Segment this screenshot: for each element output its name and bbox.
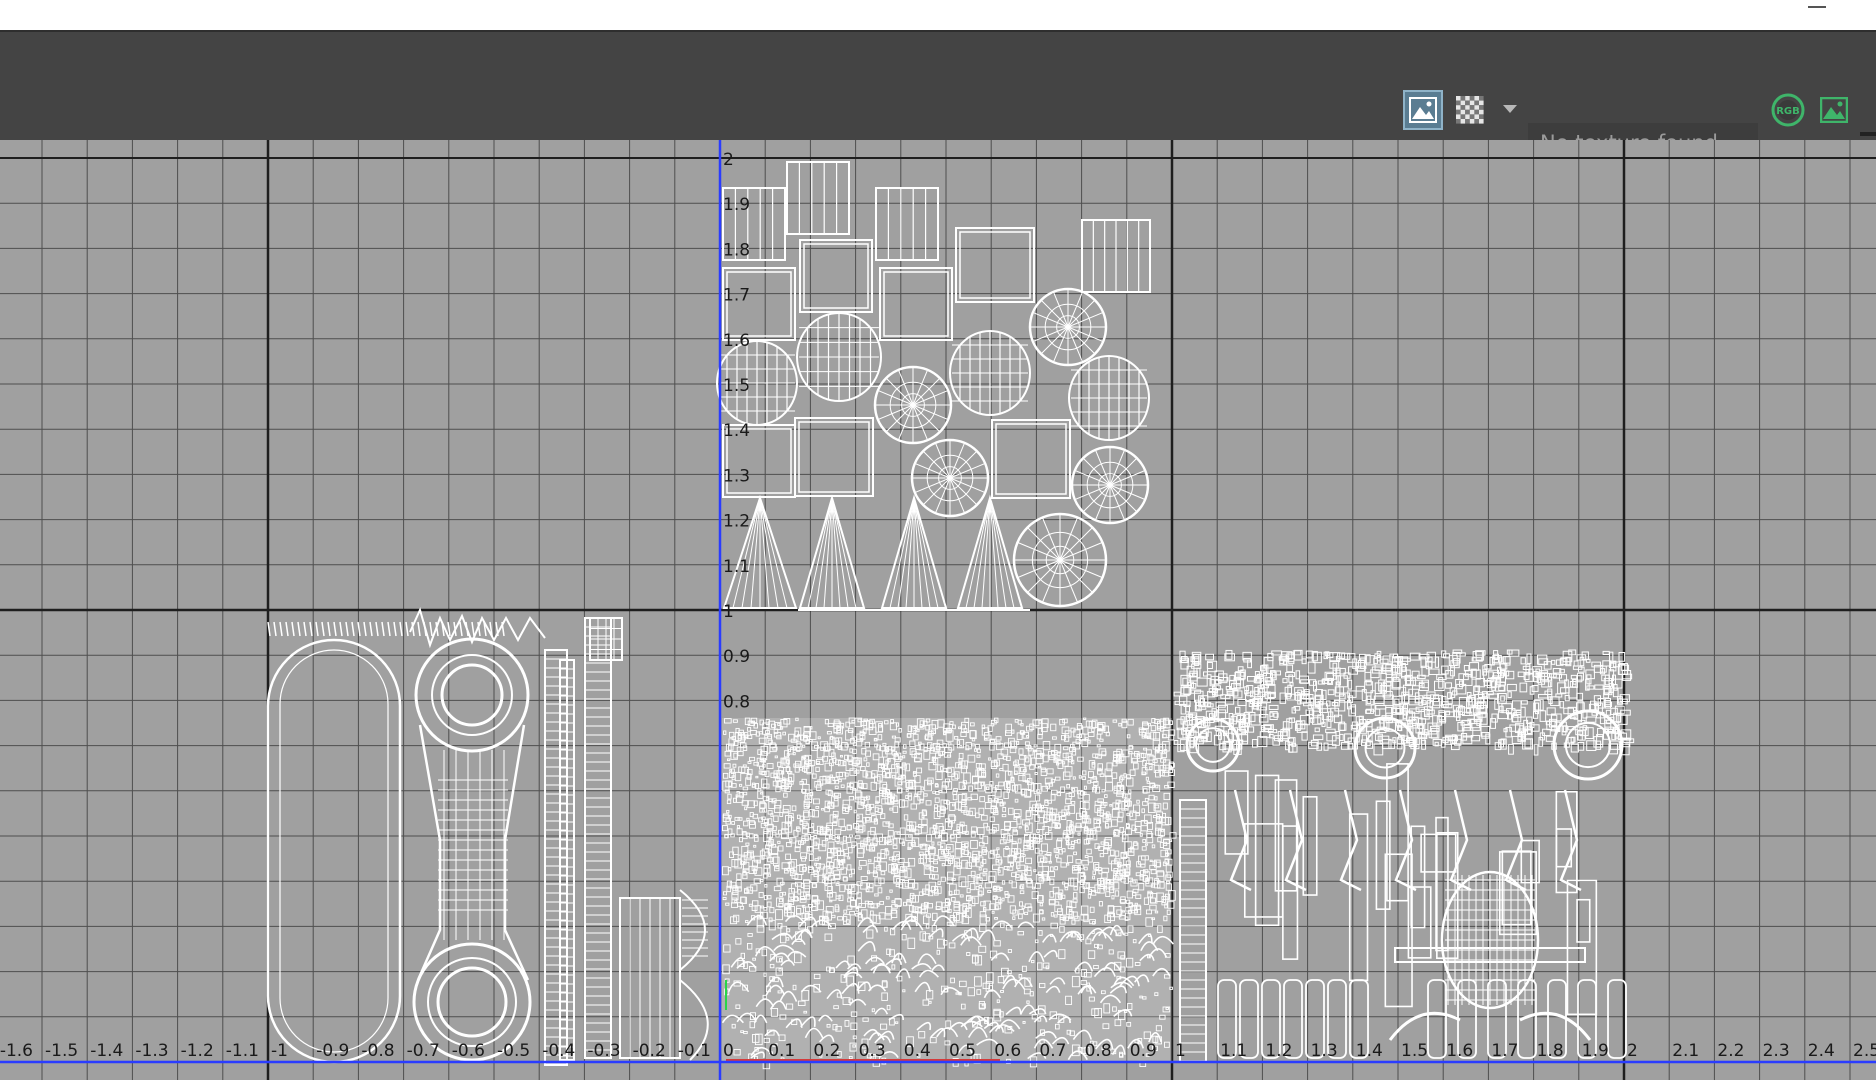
uv-shell-disc xyxy=(1012,512,1108,608)
u-axis-label: 0.1 xyxy=(768,1041,795,1061)
u-axis-label: 0.3 xyxy=(859,1041,886,1061)
u-axis-label: -1.6 xyxy=(0,1041,33,1061)
u-axis-label: 0.4 xyxy=(904,1041,931,1061)
u-axis-label: 0.5 xyxy=(949,1041,976,1061)
rgb-channel-toggle[interactable]: RGB xyxy=(1768,90,1808,130)
uv-grid-canvas[interactable]: -1.6 -1.5 -1.4 -1.3 -1.2 -1.1 -1 -0.9 -0.8 -0.7 -0… xyxy=(0,140,1876,1080)
u-axis-label: 1.3 xyxy=(1311,1041,1338,1061)
uv-shell-box xyxy=(879,267,953,341)
u-axis-label: -0.7 xyxy=(407,1041,440,1061)
u-axis-label: -1.1 xyxy=(226,1041,259,1061)
u-axis-label: 1.9 xyxy=(1582,1041,1609,1061)
image-icon xyxy=(1820,97,1848,123)
v-axis-label: 2 xyxy=(723,150,734,170)
image-icon xyxy=(1409,97,1437,123)
chevron-down-icon[interactable] xyxy=(1503,105,1517,113)
uv-shell-box xyxy=(955,227,1035,303)
uv-shell-cone xyxy=(956,494,1024,609)
checker-icon xyxy=(1456,96,1484,124)
image-display-toggle[interactable] xyxy=(1403,90,1443,130)
v-axis-label: 1.4 xyxy=(723,421,750,441)
u-axis-label: -0.2 xyxy=(633,1041,666,1061)
u-axis-label: 2.5 xyxy=(1853,1041,1876,1061)
uv-shell-group-right xyxy=(1173,649,1635,1063)
u-axis-label: 0.2 xyxy=(813,1041,840,1061)
u-axis-label: -1.4 xyxy=(90,1041,123,1061)
v-axis-label: 1 xyxy=(723,602,734,622)
uv-editor-toolbar: No texture found RGB xyxy=(0,30,1876,163)
uv-shell-box xyxy=(875,187,939,261)
v-axis-label: 1.8 xyxy=(723,240,750,260)
u-axis-label: -0.1 xyxy=(678,1041,711,1061)
u-axis-label: 1.6 xyxy=(1446,1041,1473,1061)
u-axis-label: 1.4 xyxy=(1356,1041,1383,1061)
v-axis-label: 1.9 xyxy=(723,195,750,215)
u-axis-label: 1.2 xyxy=(1265,1041,1292,1061)
u-axis-label: 1.7 xyxy=(1491,1041,1518,1061)
u-axis-label: -0.5 xyxy=(497,1041,530,1061)
u-axis-label: 1.8 xyxy=(1537,1041,1564,1061)
u-axis-label: 0.7 xyxy=(1039,1041,1066,1061)
uv-shell-disc xyxy=(873,365,953,445)
checker-toggle[interactable] xyxy=(1450,90,1490,130)
u-axis-label: -0.6 xyxy=(452,1041,485,1061)
u-axis-label: -1.2 xyxy=(181,1041,214,1061)
u-axis-label: -1 xyxy=(271,1041,288,1061)
v-axis-label: 1.3 xyxy=(723,466,750,486)
u-axis-label: 2.4 xyxy=(1808,1041,1835,1061)
v-axis-label: 1.7 xyxy=(723,286,750,306)
v-axis-label: 1.6 xyxy=(723,331,750,351)
u-axis-label: 1.5 xyxy=(1401,1041,1428,1061)
u-axis-label: 0.9 xyxy=(1130,1041,1157,1061)
uv-shell-cylinder xyxy=(949,330,1031,416)
v-axis-label: 0.8 xyxy=(723,692,750,712)
u-axis-label: -0.4 xyxy=(542,1041,575,1061)
uv-shell-cone xyxy=(798,494,866,609)
uv-shell-disc xyxy=(910,438,990,518)
u-axis-label: -0.3 xyxy=(587,1041,620,1061)
u-axis-label: 2 xyxy=(1627,1041,1638,1061)
u-axis-label: 0.6 xyxy=(994,1041,1021,1061)
rgb-label: RGB xyxy=(1776,106,1800,117)
u-axis-label: -0.8 xyxy=(361,1041,394,1061)
uv-shell-group-left xyxy=(266,607,709,1066)
uv-shell-disc xyxy=(1028,287,1108,367)
uv-shells[interactable] xyxy=(266,161,1635,1070)
u-axis-label: 2.1 xyxy=(1672,1041,1699,1061)
minimize-icon[interactable] xyxy=(1808,6,1826,8)
uv-shell-cylinder xyxy=(1068,355,1150,441)
u-axis-label: 1.1 xyxy=(1220,1041,1247,1061)
u-axis-label: -1.5 xyxy=(45,1041,78,1061)
rgb-icon: RGB xyxy=(1771,93,1805,127)
u-axis-label: 2.2 xyxy=(1717,1041,1744,1061)
v-axis-label: 0.9 xyxy=(723,647,750,667)
u-axis-label: 2.3 xyxy=(1763,1041,1790,1061)
window-title-strip xyxy=(0,0,1876,30)
uv-shell-box xyxy=(1081,219,1151,293)
u-axis-label: 0 xyxy=(723,1041,734,1061)
uv-shell-box xyxy=(991,419,1071,499)
uv-shell-cylinder xyxy=(796,312,882,402)
uv-shell-box xyxy=(786,161,850,235)
v-axis-label: 1.2 xyxy=(723,512,750,532)
u-axis-label: -1.3 xyxy=(135,1041,168,1061)
uv-grid-viewport[interactable]: -1.6 -1.5 -1.4 -1.3 -1.2 -1.1 -1 -0.9 -0.8 -0.7 -0… xyxy=(0,140,1876,1080)
u-axis-label: -0.9 xyxy=(316,1041,349,1061)
image-display-toggle-2[interactable] xyxy=(1814,90,1854,130)
toolbar-overflow-handle xyxy=(1860,132,1876,136)
u-axis-label: 1 xyxy=(1175,1041,1186,1061)
uv-shell-disc xyxy=(1070,445,1150,525)
v-axis-label: 1.5 xyxy=(723,376,750,396)
uv-shell-group-dense xyxy=(721,717,1177,1070)
v-axis-label: 1.1 xyxy=(723,557,750,577)
u-axis-label: 0.8 xyxy=(1085,1041,1112,1061)
